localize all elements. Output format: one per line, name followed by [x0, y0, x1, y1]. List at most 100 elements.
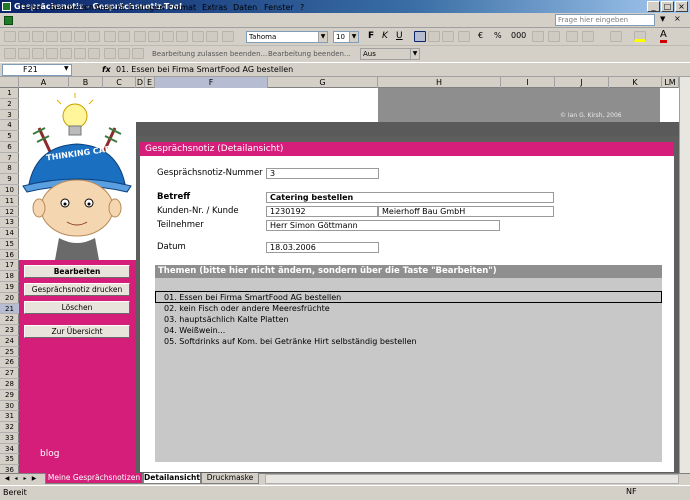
namebox-chevron-icon[interactable]: ▼: [64, 65, 69, 72]
participant-field[interactable]: Herr Simon Göttmann: [266, 220, 500, 231]
row-header-19[interactable]: 19: [0, 282, 19, 293]
underline-icon[interactable]: U: [396, 31, 403, 41]
align-center-icon[interactable]: [428, 31, 440, 42]
row-header-6[interactable]: 6: [0, 142, 19, 153]
row-header-34[interactable]: 34: [0, 444, 19, 455]
borders-icon[interactable]: [610, 31, 622, 42]
increase-indent-icon[interactable]: [582, 31, 594, 42]
row-header-33[interactable]: 33: [0, 433, 19, 444]
toolbar2-btn-2-icon[interactable]: [18, 48, 30, 59]
column-header-c[interactable]: C: [103, 77, 136, 88]
name-box[interactable]: F21: [2, 64, 72, 76]
protection-text-2[interactable]: Bearbeitung beenden...: [268, 48, 351, 60]
font-select[interactable]: Tahoma ▼: [246, 31, 328, 43]
toolbar2-btn-5-icon[interactable]: [60, 48, 72, 59]
email-icon[interactable]: [60, 31, 72, 42]
undo-icon[interactable]: [192, 31, 204, 42]
theme-item[interactable]: 03. hauptsächlich Kalte Platten: [164, 314, 289, 325]
print-note-button[interactable]: Gesprächsnotiz drucken: [24, 283, 130, 296]
row-header-26[interactable]: 26: [0, 357, 19, 369]
delete-button[interactable]: Löschen: [24, 301, 130, 314]
row-header-17[interactable]: 17: [0, 260, 19, 272]
cut-icon[interactable]: [134, 31, 146, 42]
save-icon[interactable]: [32, 31, 44, 42]
font-color-icon[interactable]: A: [660, 29, 667, 43]
menu-extras[interactable]: Extras: [202, 2, 227, 14]
toolbar2-btn-7-icon[interactable]: [88, 48, 100, 59]
select-all-corner[interactable]: [0, 77, 19, 88]
fx-icon[interactable]: fx: [102, 64, 111, 76]
toolbar2-btn-6-icon[interactable]: [74, 48, 86, 59]
row-header-14[interactable]: 14: [0, 228, 19, 239]
row-header-18[interactable]: 18: [0, 271, 19, 282]
row-header-5[interactable]: 5: [0, 131, 19, 142]
column-header-g[interactable]: G: [268, 77, 378, 88]
row-header-9[interactable]: 9: [0, 174, 19, 185]
theme-item[interactable]: 01. Essen bei Firma SmartFood AG bestell…: [164, 292, 341, 303]
menu-fenster[interactable]: Fenster: [264, 2, 294, 14]
column-header-d[interactable]: D: [136, 77, 145, 88]
bold-icon[interactable]: F: [368, 31, 374, 41]
last-sheet-icon[interactable]: ▶: [30, 474, 38, 484]
toolbar2-btn-1-icon[interactable]: [4, 48, 16, 59]
research-icon[interactable]: [118, 31, 130, 42]
theme-item[interactable]: 05. Softdrinks auf Kom. bei Getränke Hir…: [164, 336, 417, 347]
increase-decimal-icon[interactable]: [532, 31, 544, 42]
row-header-3[interactable]: 3: [0, 110, 19, 121]
prev-sheet-icon[interactable]: ◂: [12, 474, 20, 484]
row-header-28[interactable]: 28: [0, 379, 19, 390]
tab-druckmaske[interactable]: Druckmaske: [201, 473, 259, 484]
doc-close-icon[interactable]: ×: [674, 14, 681, 23]
theme-item[interactable]: 02. kein Fisch oder andere Meeresfrüchte: [164, 303, 330, 314]
row-header-29[interactable]: 29: [0, 390, 19, 401]
column-header-k[interactable]: K: [609, 77, 662, 88]
redo-icon[interactable]: [206, 31, 218, 42]
row-header-30[interactable]: 30: [0, 401, 19, 412]
subject-field[interactable]: Catering bestellen: [266, 192, 554, 203]
menu-datei[interactable]: Datei: [20, 2, 41, 14]
row-header-35[interactable]: 35: [0, 454, 19, 466]
thousands-icon[interactable]: 000: [511, 31, 526, 40]
menu-daten[interactable]: Daten: [233, 2, 257, 14]
column-header-e[interactable]: E: [145, 77, 155, 88]
toolbar2-btn-3-icon[interactable]: [32, 48, 44, 59]
print-preview-icon[interactable]: [88, 31, 100, 42]
row-header-21[interactable]: 21: [0, 303, 19, 315]
fill-color-icon[interactable]: [634, 31, 646, 42]
column-header-j[interactable]: J: [555, 77, 609, 88]
customer-name-field[interactable]: Meierhoff Bau GmbH: [378, 206, 554, 217]
column-header-lm[interactable]: LM: [662, 77, 679, 88]
menu-einfuegen[interactable]: Einfügen: [129, 2, 164, 14]
formula-input[interactable]: 01. Essen bei Firma SmartFood AG bestell…: [116, 64, 293, 76]
row-header-16[interactable]: 16: [0, 250, 19, 261]
menu-bearbeiten[interactable]: Bearbeiten: [50, 2, 94, 14]
format-painter-icon[interactable]: [176, 31, 188, 42]
column-header-a[interactable]: A: [19, 77, 69, 88]
row-header-22[interactable]: 22: [0, 314, 19, 326]
blog-label[interactable]: blog: [40, 449, 59, 459]
row-header-11[interactable]: 11: [0, 196, 19, 207]
toolbar2-btn-4-icon[interactable]: [46, 48, 58, 59]
reply-changes-icon[interactable]: [104, 48, 116, 59]
row-header-12[interactable]: 12: [0, 207, 19, 218]
row-header-1[interactable]: 1: [0, 88, 19, 99]
row-header-13[interactable]: 13: [0, 217, 19, 229]
row-header-24[interactable]: 24: [0, 336, 19, 347]
menu-format[interactable]: Format: [168, 2, 196, 14]
date-field[interactable]: 18.03.2006: [266, 242, 379, 253]
percent-icon[interactable]: %: [494, 31, 502, 40]
align-left-icon[interactable]: [414, 31, 426, 42]
edit-button[interactable]: Bearbeiten: [24, 265, 130, 278]
customer-number-field[interactable]: 1230192: [266, 206, 378, 217]
menu-help[interactable]: ?: [300, 2, 304, 14]
help-search-input[interactable]: Frage hier eingeben: [555, 14, 655, 26]
protection-text-1[interactable]: Bearbeitung zulassen beenden...: [152, 48, 267, 60]
currency-icon[interactable]: €: [478, 31, 483, 40]
column-header-i[interactable]: I: [501, 77, 555, 88]
view-select[interactable]: Aus ▼: [360, 48, 420, 60]
permission-icon[interactable]: [46, 31, 58, 42]
theme-item[interactable]: 04. Weißwein...: [164, 325, 225, 336]
autosum-icon[interactable]: [222, 31, 234, 42]
copy-icon[interactable]: [148, 31, 160, 42]
overview-button[interactable]: Zur Übersicht: [24, 325, 130, 338]
